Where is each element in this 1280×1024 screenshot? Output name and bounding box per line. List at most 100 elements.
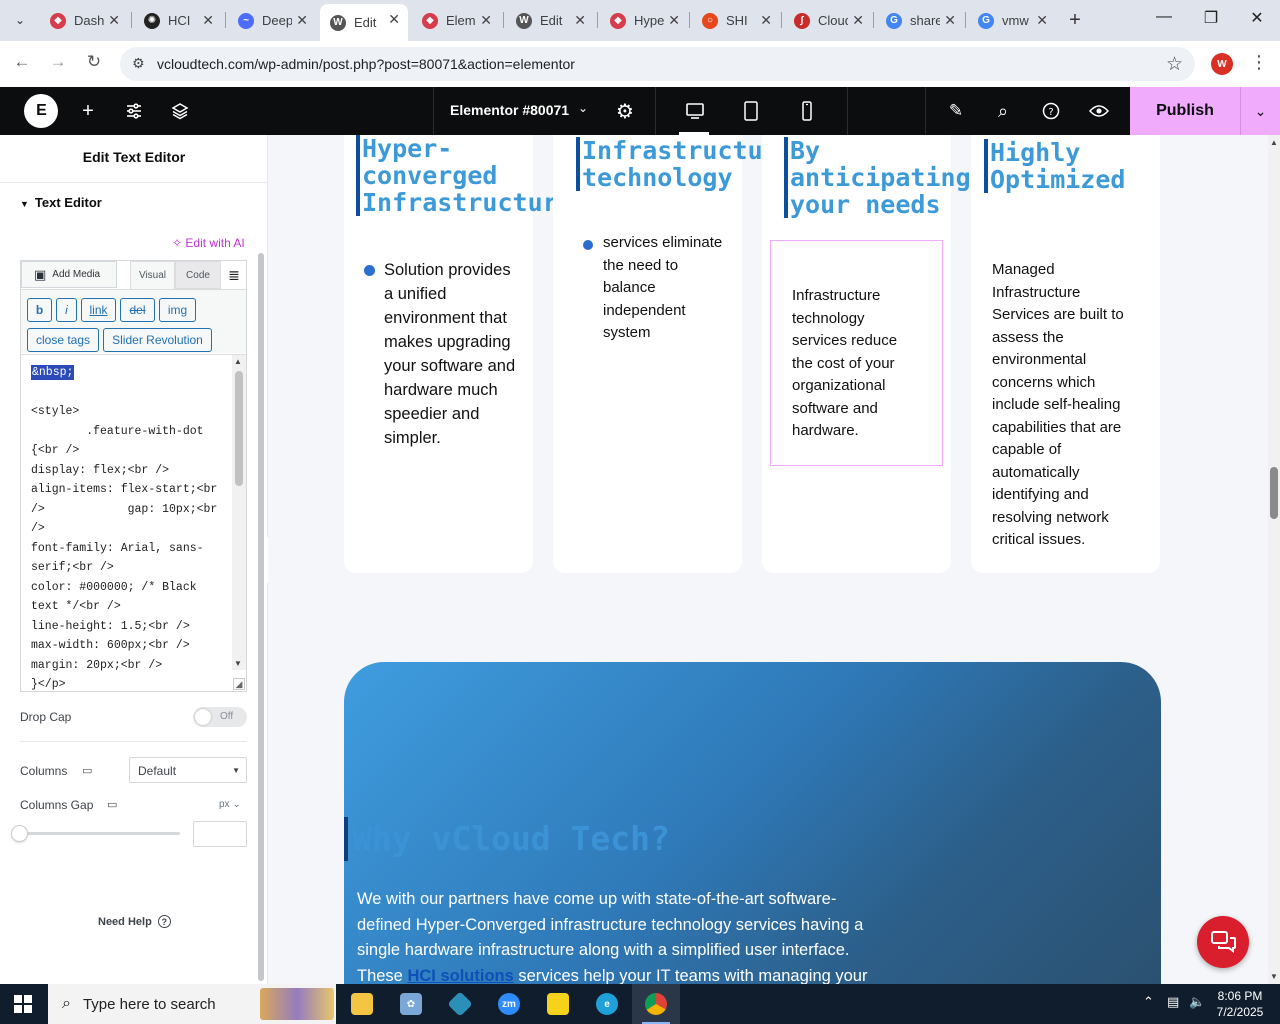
page-settings-button[interactable]: ⚙ — [612, 98, 638, 124]
code-scrollbar[interactable]: ▲ ▼ — [232, 355, 246, 670]
arrow-up-icon[interactable]: ▲ — [234, 357, 242, 366]
tab-search-button[interactable]: ⌄ — [8, 8, 32, 32]
feature-card-2[interactable]: Infrastructure technology services elimi… — [553, 135, 793, 573]
chevron-down-icon[interactable]: ⌄ — [578, 101, 588, 115]
finder-button[interactable]: ⌕ — [990, 98, 1016, 124]
del-button[interactable]: del — [120, 298, 155, 322]
mobile-view-button[interactable] — [794, 98, 820, 124]
close-icon[interactable]: ✕ — [574, 12, 586, 29]
taskbar-app-diamond[interactable] — [436, 984, 484, 1024]
close-tags-button[interactable]: close tags — [27, 328, 99, 352]
tab-visual[interactable]: Visual — [130, 261, 175, 289]
url-text[interactable]: vcloudtech.com/wp-admin/post.php?post=80… — [157, 56, 575, 72]
unit-selector[interactable]: px ⌄ — [219, 799, 241, 810]
feature-card-4[interactable]: Highly Optimized Managed Infrastructure … — [971, 135, 1160, 573]
stack-icon[interactable]: ≣ — [221, 261, 247, 289]
back-button[interactable]: ← — [10, 52, 34, 72]
banner-text[interactable]: We with our partners have come up with s… — [357, 887, 887, 984]
restore-button[interactable]: ❐ — [1191, 8, 1231, 28]
card-heading[interactable]: Hyper- converged Infrastructure — [356, 135, 573, 216]
arrow-down-icon[interactable]: ▼ — [234, 659, 242, 668]
close-icon[interactable]: ✕ — [1036, 12, 1048, 29]
tab-code[interactable]: Code — [175, 261, 221, 289]
panel-scrollbar[interactable] — [258, 253, 264, 981]
chevron-up-icon[interactable]: ⌃ — [1143, 994, 1154, 1010]
card-heading[interactable]: By anticipating your needs — [784, 137, 971, 218]
close-icon[interactable]: ✕ — [668, 12, 680, 29]
browser-tab-6[interactable]: W Edit ✕ — [506, 5, 594, 36]
profile-avatar[interactable]: W — [1211, 53, 1233, 75]
card-heading[interactable]: Infrastructure technology — [576, 137, 793, 191]
link-button[interactable]: link — [81, 298, 116, 322]
browser-tab-4-active[interactable]: W Edit ✕ — [320, 4, 408, 41]
reload-button[interactable]: ↻ — [82, 52, 106, 72]
taskbar-sticky-notes[interactable] — [534, 984, 582, 1024]
section-toggle-text-editor[interactable]: ▼ Text Editor — [20, 195, 102, 210]
monitor-icon[interactable]: ▭ — [82, 764, 92, 777]
slider-revolution-button[interactable]: Slider Revolution — [103, 328, 212, 352]
site-info-icon[interactable]: ⚙ — [132, 55, 145, 72]
forward-button[interactable]: → — [46, 52, 70, 72]
arrow-down-icon[interactable]: ▼ — [1270, 972, 1278, 981]
chat-widget-button[interactable] — [1197, 916, 1249, 968]
browser-tab-10[interactable]: G share ✕ — [876, 5, 964, 36]
columns-gap-slider-track[interactable] — [20, 832, 180, 835]
start-button[interactable] — [14, 995, 32, 1013]
close-icon[interactable]: ✕ — [852, 12, 864, 29]
browser-tab-7[interactable]: ◆ Hyper ✕ — [600, 5, 688, 36]
close-icon[interactable]: ✕ — [202, 12, 214, 29]
close-icon[interactable]: ✕ — [388, 11, 400, 28]
close-icon[interactable]: ✕ — [944, 12, 956, 29]
banner-heading[interactable]: Why vCloud Tech? — [344, 817, 670, 861]
minimize-button[interactable]: — — [1144, 8, 1184, 26]
resize-handle[interactable]: ◢ — [233, 678, 245, 690]
why-section-banner[interactable]: Why vCloud Tech? We with our partners ha… — [344, 662, 1161, 984]
code-textarea[interactable]: &nbsp; <style> .feature-with-dot {<br />… — [21, 354, 246, 691]
browser-tab-9[interactable]: ∫ Cloud ✕ — [784, 5, 872, 36]
taskbar-app-paint[interactable]: ✿ — [387, 984, 435, 1024]
hci-solutions-link[interactable]: HCI solutions — [407, 967, 513, 985]
publish-button[interactable]: Publish — [1130, 87, 1240, 135]
system-clock[interactable]: 8:06 PM 7/2/2025 — [1208, 988, 1272, 1020]
taskbar-file-explorer[interactable] — [338, 984, 386, 1024]
publish-options-button[interactable]: ⌄ — [1240, 87, 1280, 135]
canvas-scrollbar[interactable]: ▲ ▼ — [1268, 135, 1280, 984]
card-text[interactable]: services eliminate the need to balance i… — [603, 232, 723, 345]
browser-tab-8[interactable]: ○ SHI ✕ — [692, 5, 780, 36]
drop-cap-toggle[interactable]: Off — [193, 707, 247, 727]
canvas-scrollbar-thumb[interactable] — [1270, 467, 1278, 519]
add-media-button[interactable]: ▣ Add Media — [21, 261, 117, 288]
code-scrollbar-thumb[interactable] — [235, 371, 243, 486]
columns-gap-slider-handle[interactable] — [11, 825, 28, 842]
italic-button[interactable]: i — [56, 298, 77, 322]
arrow-up-icon[interactable]: ▲ — [1270, 138, 1278, 147]
columns-gap-input[interactable] — [193, 821, 247, 847]
code-content[interactable]: &nbsp; <style> .feature-with-dot {<br />… — [31, 363, 221, 691]
browser-tab-1[interactable]: ◆ Dashboard ✕ — [40, 5, 128, 36]
network-icon[interactable]: ▤ — [1167, 994, 1179, 1010]
site-settings-button[interactable] — [121, 98, 147, 124]
browser-tab-2[interactable]: ✺ HCI ✕ — [134, 5, 222, 36]
feature-card-3[interactable]: By anticipating your needs Infrastructur… — [762, 135, 971, 573]
card-text[interactable]: Solution provides a unified environment … — [384, 258, 524, 450]
tablet-view-button[interactable] — [738, 98, 764, 124]
card-heading[interactable]: Highly Optimized — [984, 139, 1125, 193]
bookmark-star-icon[interactable]: ☆ — [1166, 53, 1183, 76]
img-button[interactable]: img — [159, 298, 196, 322]
close-icon[interactable]: ✕ — [480, 12, 492, 29]
elementor-logo-button[interactable]: E — [24, 94, 58, 128]
preview-canvas[interactable]: Hyper- converged Infrastructure Solution… — [268, 135, 1268, 984]
add-element-button[interactable]: + — [75, 98, 101, 124]
address-bar[interactable]: ⚙ vcloudtech.com/wp-admin/post.php?post=… — [120, 47, 1195, 81]
monitor-icon[interactable]: ▭ — [107, 798, 117, 811]
desktop-view-button[interactable] — [682, 98, 708, 124]
close-icon[interactable]: ✕ — [760, 12, 772, 29]
taskbar-edge[interactable]: e — [583, 984, 631, 1024]
document-title[interactable]: Elementor #80071 — [450, 102, 569, 118]
browser-tab-3[interactable]: ~ DeepSeek ✕ — [228, 5, 316, 36]
taskbar-chrome[interactable] — [632, 984, 680, 1024]
volume-icon[interactable]: 🔈 — [1189, 994, 1205, 1010]
notes-button[interactable]: ✎ — [943, 98, 969, 124]
new-tab-button[interactable]: + — [1064, 9, 1086, 31]
browser-tab-5[interactable]: ◆ Elementor ✕ — [412, 5, 500, 36]
